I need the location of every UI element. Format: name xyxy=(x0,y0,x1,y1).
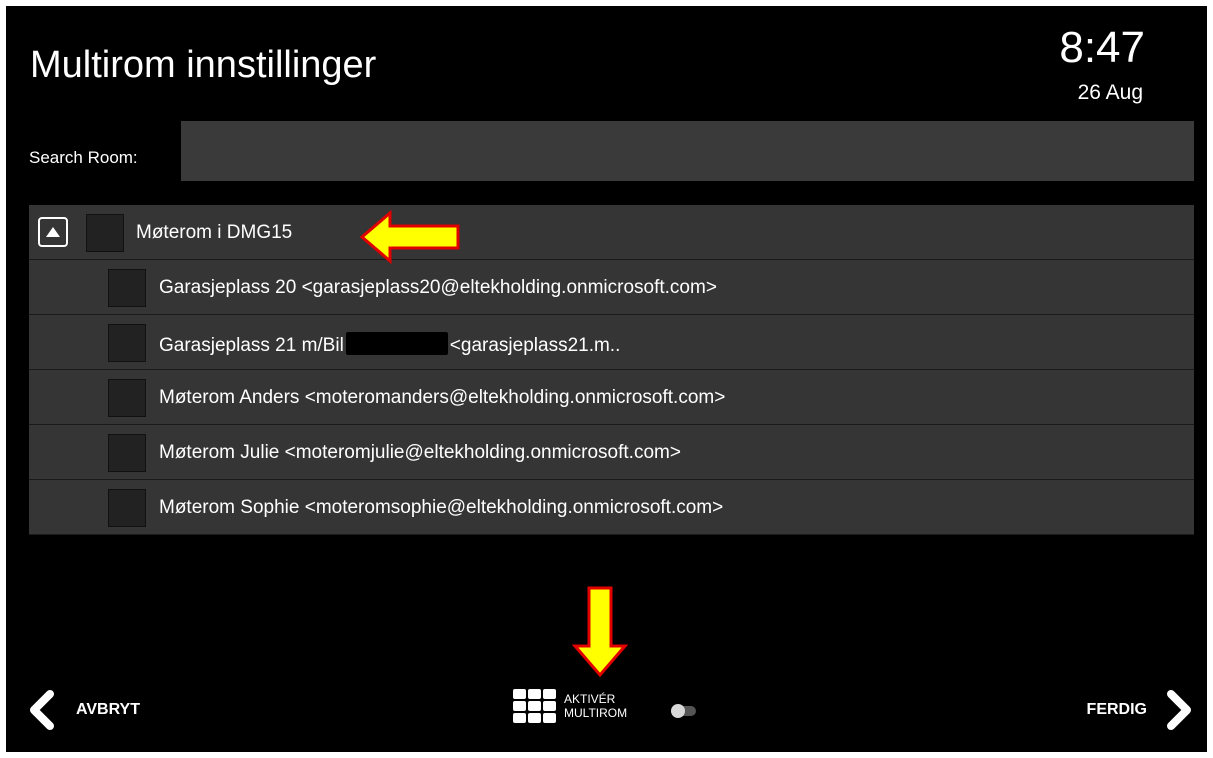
group-label: Møterom i DMG15 xyxy=(136,222,293,243)
clock-time: 8:47 xyxy=(1059,23,1145,72)
room-checkbox[interactable] xyxy=(108,324,146,362)
chevron-up-icon xyxy=(46,227,60,237)
room-list: Møterom i DMG15 Garasjeplass 20 <garasje… xyxy=(29,205,1194,535)
search-input[interactable] xyxy=(181,121,1194,181)
screen: Multirom innstillinger 8:47 26 Aug Searc… xyxy=(6,6,1207,752)
done-button-label: FERDIG xyxy=(1086,701,1147,718)
room-label: Garasjeplass 21 m/Bil <garasjeplass21.m.. xyxy=(159,332,620,357)
chevron-right-icon xyxy=(1167,690,1191,730)
done-button[interactable]: FERDIG xyxy=(1087,690,1195,730)
room-checkbox[interactable] xyxy=(108,489,146,527)
room-checkbox[interactable] xyxy=(108,379,146,417)
annotation-arrow-left-icon xyxy=(360,210,460,264)
room-label: Garasjeplass 20 <garasjeplass20@eltekhol… xyxy=(159,277,717,298)
room-label: Møterom Julie <moteromjulie@eltekholding… xyxy=(159,442,681,463)
multiroom-label-line2: MULTIROM xyxy=(564,706,628,720)
chevron-left-icon xyxy=(30,690,54,730)
annotation-arrow-down-icon xyxy=(572,586,628,678)
back-button-label: AVBRYT xyxy=(76,701,140,718)
room-group-row: Møterom i DMG15 xyxy=(29,205,1194,260)
room-checkbox[interactable] xyxy=(108,269,146,307)
room-row: Møterom Sophie <moteromsophie@eltekholdi… xyxy=(29,480,1194,535)
page-title: Multirom innstillinger xyxy=(30,44,377,86)
activate-multiroom-button[interactable]: AKTIVÉR MULTIROM xyxy=(512,688,628,724)
multiroom-label: AKTIVÉR MULTIROM xyxy=(564,692,628,720)
room-label: Møterom Anders <moteromanders@eltekholdi… xyxy=(159,387,726,408)
room-label-prefix: Garasjeplass 21 m/Bil xyxy=(159,335,344,356)
room-row: Garasjeplass 20 <garasjeplass20@eltekhol… xyxy=(29,260,1194,315)
back-button[interactable]: AVBRYT xyxy=(26,690,140,730)
multiroom-label-line1: AKTIVÉR xyxy=(564,692,616,706)
expand-toggle-button[interactable] xyxy=(38,217,68,247)
room-row: Møterom Julie <moteromjulie@eltekholding… xyxy=(29,425,1194,480)
room-label-suffix: <garasjeplass21.m.. xyxy=(449,335,621,356)
room-row: Garasjeplass 21 m/Bil <garasjeplass21.m.. xyxy=(29,315,1194,370)
clock-date: 26 Aug xyxy=(1077,81,1143,104)
group-checkbox[interactable] xyxy=(86,214,124,252)
grid-icon xyxy=(513,689,556,723)
redaction-bar xyxy=(345,332,448,355)
room-checkbox[interactable] xyxy=(108,434,146,472)
multiroom-toggle[interactable] xyxy=(671,704,696,718)
room-label: Møterom Sophie <moteromsophie@eltekholdi… xyxy=(159,497,724,518)
room-row: Møterom Anders <moteromanders@eltekholdi… xyxy=(29,370,1194,425)
toggle-knob xyxy=(671,704,685,718)
search-label: Search Room: xyxy=(29,148,138,167)
